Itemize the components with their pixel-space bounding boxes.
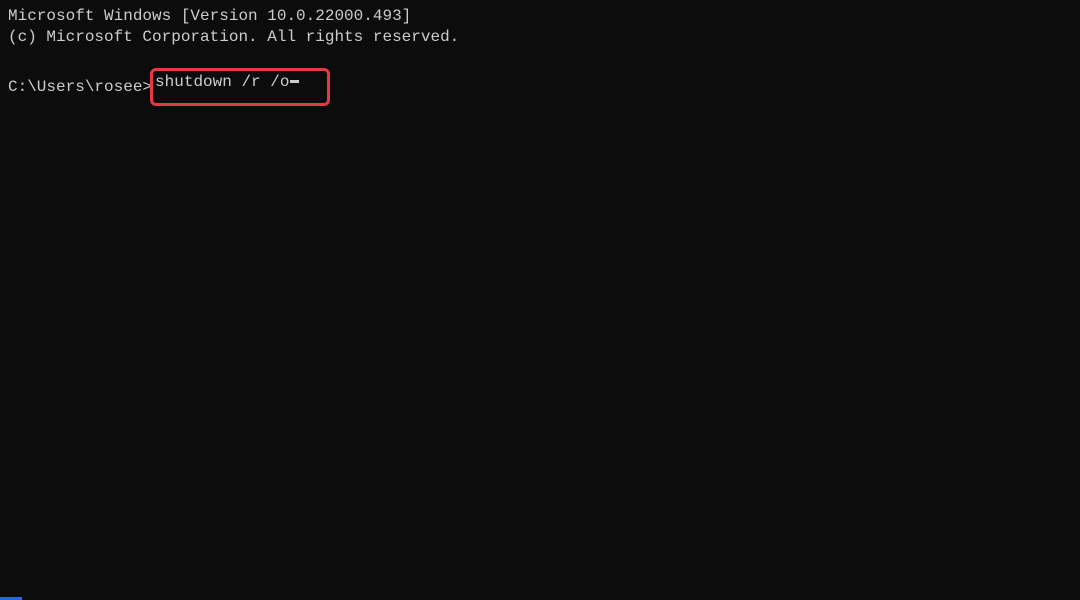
- command-prompt-line[interactable]: C:\Users\rosee> shutdown /r /o: [8, 68, 1072, 106]
- terminal-header-line-2: (c) Microsoft Corporation. All rights re…: [8, 27, 1072, 48]
- text-cursor-icon: [290, 80, 299, 83]
- command-input-text[interactable]: shutdown /r /o: [155, 73, 289, 91]
- prompt-path: C:\Users\rosee>: [8, 78, 152, 96]
- highlighted-command-box: shutdown /r /o: [150, 68, 330, 106]
- terminal-header-line-1: Microsoft Windows [Version 10.0.22000.49…: [8, 6, 1072, 27]
